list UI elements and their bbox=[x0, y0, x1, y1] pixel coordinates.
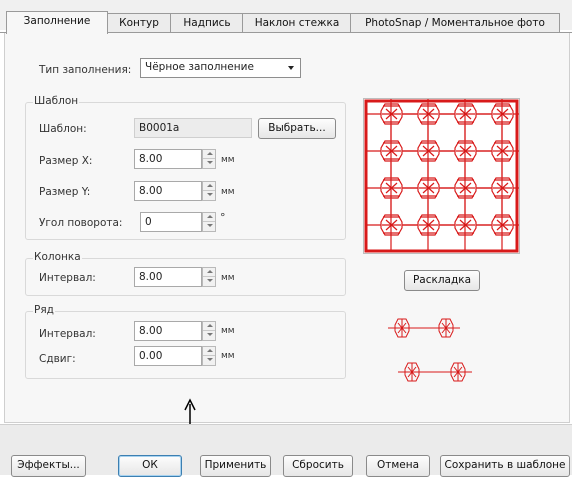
row-shift-label: Сдвиг: bbox=[39, 353, 76, 365]
effects-button[interactable]: Эффекты... bbox=[11, 455, 86, 477]
size-y-input[interactable]: 8.00 bbox=[134, 181, 202, 201]
column-interval-input[interactable]: 8.00 bbox=[134, 267, 202, 287]
apply-button[interactable]: Применить bbox=[200, 455, 271, 477]
select-template-button[interactable]: Выбрать... bbox=[258, 118, 336, 139]
row-interval-label: Интервал: bbox=[39, 328, 96, 340]
layout-button[interactable]: Раскладка bbox=[404, 270, 480, 291]
row-shift-spinner[interactable] bbox=[202, 346, 216, 366]
size-y-spinner[interactable] bbox=[202, 181, 216, 201]
layout-diagram bbox=[387, 318, 473, 382]
size-x-label: Размер X: bbox=[39, 155, 93, 167]
spin-up-icon bbox=[207, 349, 213, 352]
tab-stitch-angle[interactable]: Наклон стежка bbox=[242, 13, 352, 33]
row-interval-unit: мм bbox=[221, 326, 235, 336]
row-group-label: Ряд bbox=[33, 304, 55, 316]
pattern-preview bbox=[363, 87, 529, 254]
spin-down-icon bbox=[207, 224, 213, 227]
size-x-spinner[interactable] bbox=[202, 149, 216, 169]
template-name-label: Шаблон: bbox=[39, 123, 87, 135]
row-interval-input[interactable]: 8.00 bbox=[134, 321, 202, 341]
template-name-field: B0001a bbox=[134, 118, 252, 138]
fill-pattern-preview bbox=[364, 87, 529, 253]
template-group-label: Шаблон bbox=[33, 95, 80, 107]
tab-photosnap[interactable]: PhotoSnap / Моментальное фото bbox=[350, 13, 560, 33]
size-x-input[interactable]: 8.00 bbox=[134, 149, 202, 169]
spin-up-icon bbox=[207, 324, 213, 327]
spin-down-icon bbox=[207, 279, 213, 282]
spin-down-icon bbox=[207, 333, 213, 336]
angle-label: Угол поворота: bbox=[39, 217, 123, 229]
column-group-label: Колонка bbox=[33, 251, 82, 263]
fill-type-value: Чёрное заполнение bbox=[145, 61, 254, 73]
row-shift-unit: мм bbox=[221, 351, 235, 361]
size-y-unit: мм bbox=[221, 187, 235, 197]
cancel-button[interactable]: Отмена bbox=[366, 455, 430, 477]
tab-fill[interactable]: Заполнение bbox=[6, 11, 108, 34]
tab-outline[interactable]: Контур bbox=[106, 13, 172, 33]
angle-input[interactable]: 0 bbox=[140, 212, 202, 232]
spin-down-icon bbox=[207, 193, 213, 196]
fill-type-label: Тип заполнения: bbox=[39, 64, 132, 76]
tab-lettering[interactable]: Надпись bbox=[170, 13, 244, 33]
spin-up-icon bbox=[207, 152, 213, 155]
spin-down-icon bbox=[207, 358, 213, 361]
fill-type-select[interactable]: Чёрное заполнение bbox=[140, 58, 301, 78]
size-y-label: Размер Y: bbox=[39, 186, 91, 198]
chevron-down-icon bbox=[288, 66, 294, 70]
ok-button[interactable]: ОК bbox=[118, 455, 182, 477]
spin-up-icon bbox=[207, 215, 213, 218]
column-interval-label: Интервал: bbox=[39, 272, 96, 284]
angle-spinner[interactable] bbox=[202, 212, 216, 232]
column-interval-spinner[interactable] bbox=[202, 267, 216, 287]
tab-strip: Заполнение Контур Надпись Наклон стежка … bbox=[0, 0, 572, 34]
spin-up-icon bbox=[207, 270, 213, 273]
row-shift-input[interactable]: 0.00 bbox=[134, 346, 202, 366]
reset-button[interactable]: Сбросить bbox=[283, 455, 353, 477]
column-interval-unit: мм bbox=[221, 273, 235, 283]
save-as-template-button[interactable]: Сохранить в шаблоне bbox=[440, 455, 570, 477]
row-interval-spinner[interactable] bbox=[202, 321, 216, 341]
spin-down-icon bbox=[207, 161, 213, 164]
spin-up-icon bbox=[207, 184, 213, 187]
size-x-unit: мм bbox=[221, 155, 235, 165]
angle-unit: ° bbox=[220, 211, 226, 224]
